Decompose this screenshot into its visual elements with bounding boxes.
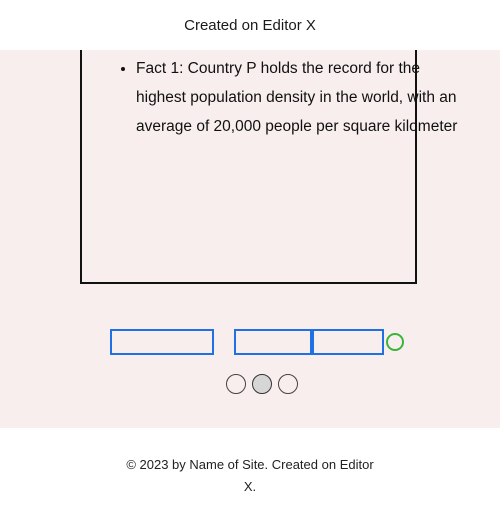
button-row	[0, 329, 500, 359]
footer-text: © 2023 by Name of Site. Created on Edito…	[126, 457, 374, 494]
fact-item: Fact 1: Country P holds the record for t…	[136, 54, 462, 141]
pager-dot-2-active[interactable]	[252, 374, 272, 394]
pager-dot-3[interactable]	[278, 374, 298, 394]
fact-card: Fact 1: Country P holds the record for t…	[80, 50, 457, 284]
extra-icon	[386, 333, 404, 351]
slide-pager	[226, 374, 300, 398]
action-button-2[interactable]	[234, 329, 314, 355]
action-button-1[interactable]	[110, 329, 214, 355]
pager-dot-1[interactable]	[226, 374, 246, 394]
site-header: Created on Editor X	[0, 0, 500, 50]
site-footer: © 2023 by Name of Site. Created on Edito…	[0, 428, 500, 528]
fact-list: Fact 1: Country P holds the record for t…	[82, 54, 462, 141]
action-button-3[interactable]	[310, 329, 384, 355]
header-title: Created on Editor X	[184, 16, 316, 34]
main-section: Fact 1: Country P holds the record for t…	[0, 50, 500, 428]
